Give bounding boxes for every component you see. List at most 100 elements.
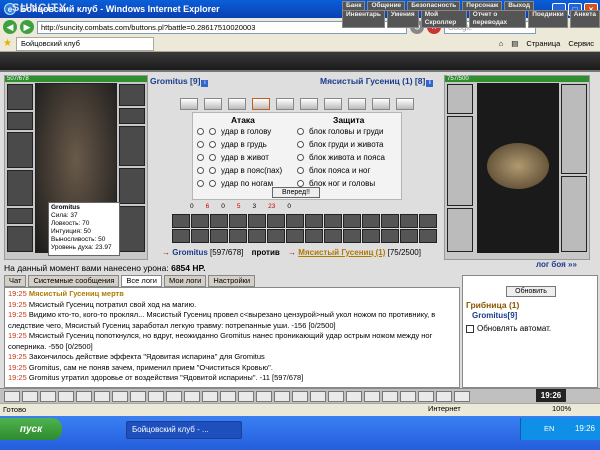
toolbar-icon[interactable] [202, 390, 218, 402]
skill-icon[interactable] [191, 229, 209, 243]
belt-slot[interactable] [7, 208, 33, 224]
vs-enemy-name[interactable]: Мясистый Гусениц (1) [298, 248, 385, 257]
skill-icon[interactable] [172, 229, 190, 243]
zoom-level[interactable]: 100% [552, 403, 571, 415]
nav-scroller[interactable]: Мой Скроллер [420, 10, 467, 28]
attack-option-waist[interactable]: удар в пояс(пах) [197, 166, 282, 175]
tools-menu[interactable]: Сервис [568, 39, 594, 48]
tab-chat[interactable]: Чат [4, 275, 27, 287]
skill-icon[interactable] [324, 229, 342, 243]
skill-icon[interactable] [381, 229, 399, 243]
radio-icon[interactable] [209, 167, 216, 174]
toolbar-icon[interactable] [292, 390, 308, 402]
skill-icon[interactable] [400, 214, 418, 228]
scroll-slot-10[interactable] [396, 98, 414, 110]
skill-icon[interactable] [362, 214, 380, 228]
defense-option-3[interactable]: блок живота и пояса [297, 153, 385, 162]
toolbar-icon[interactable] [238, 390, 254, 402]
weapon-slot[interactable] [7, 132, 33, 168]
attack-option-belly[interactable]: удар в живот [197, 153, 269, 162]
radio-icon[interactable] [297, 167, 304, 174]
skill-icon[interactable] [305, 214, 323, 228]
gloves-slot[interactable] [119, 168, 145, 204]
skill-icon[interactable] [210, 214, 228, 228]
radio-icon[interactable] [197, 141, 204, 148]
forward-icon[interactable]: ▶ [20, 20, 34, 34]
attack-option-legs[interactable]: удар по ногам [197, 179, 273, 188]
earring-slot[interactable] [119, 84, 145, 106]
checkbox-icon[interactable] [466, 324, 474, 333]
toolbar-icon[interactable] [148, 390, 164, 402]
toolbar-icon[interactable] [58, 390, 74, 402]
nav-inventory[interactable]: Инвентарь [342, 10, 385, 28]
toolbar-icon[interactable] [40, 390, 56, 402]
toolbar-icon[interactable] [400, 390, 416, 402]
tab-settings[interactable]: Настройки [208, 275, 256, 287]
skill-icon[interactable] [248, 229, 266, 243]
enemy-name-top[interactable]: Мясистый Гусениц (1) [8] i [320, 76, 434, 87]
enemy-info-icon[interactable]: i [426, 80, 434, 87]
skill-icon[interactable] [229, 229, 247, 243]
forward-button[interactable]: Вперед!! [272, 187, 320, 198]
skill-icon[interactable] [343, 229, 361, 243]
toolbar-icon[interactable] [22, 390, 38, 402]
toolbar-icon[interactable] [112, 390, 128, 402]
toolbar-icon[interactable] [274, 390, 290, 402]
radio-icon[interactable] [209, 141, 216, 148]
toolbar-icon[interactable] [166, 390, 182, 402]
skill-icon[interactable] [191, 214, 209, 228]
radio-icon[interactable] [209, 180, 216, 187]
refresh-button[interactable]: Обновить [506, 286, 556, 297]
skill-icon[interactable] [172, 214, 190, 228]
skill-icon[interactable] [419, 214, 437, 228]
tab-system[interactable]: Системные сообщения [28, 275, 120, 287]
toolbar-icon[interactable] [130, 390, 146, 402]
skill-icon[interactable] [419, 229, 437, 243]
browser-tab[interactable]: Бойцовский клуб [15, 36, 154, 51]
skill-icon[interactable] [267, 214, 285, 228]
radio-icon[interactable] [297, 141, 304, 148]
home-icon[interactable]: ⌂ [499, 39, 504, 48]
radio-icon[interactable] [209, 128, 216, 135]
radio-icon[interactable] [197, 154, 204, 161]
toolbar-icon[interactable] [310, 390, 326, 402]
defense-option-2[interactable]: блок груди и живота [297, 140, 384, 149]
radio-icon[interactable] [297, 128, 304, 135]
start-button[interactable]: пуск [0, 418, 62, 440]
nav-transfers[interactable]: Отчет о переводах [468, 10, 527, 28]
toolbar-icon[interactable] [364, 390, 380, 402]
print-icon[interactable]: ▤ [511, 39, 518, 48]
auto-refresh-option[interactable]: Обновлять автомат. [466, 324, 551, 333]
scroll-slot-2[interactable] [204, 98, 222, 110]
skill-icon[interactable] [229, 214, 247, 228]
toolbar-icon[interactable] [184, 390, 200, 402]
armor-slot[interactable] [7, 170, 33, 206]
skill-icon[interactable] [210, 229, 228, 243]
radio-icon[interactable] [209, 154, 216, 161]
toolbar-icon[interactable] [256, 390, 272, 402]
vs-player-name[interactable]: Gromitus [172, 248, 208, 257]
toolbar-icon[interactable] [4, 390, 20, 402]
attack-option-head[interactable]: удар в голову [197, 127, 271, 136]
tab-all-logs[interactable]: Все логи [121, 275, 162, 287]
ring-slot[interactable] [119, 108, 145, 124]
skill-icon[interactable] [248, 214, 266, 228]
skill-icon[interactable] [381, 214, 399, 228]
skill-icon[interactable] [305, 229, 323, 243]
radio-icon[interactable] [297, 154, 304, 161]
scroll-slot-3[interactable] [228, 98, 246, 110]
boots-slot[interactable] [7, 226, 33, 252]
tab-my-logs[interactable]: Мои логи [163, 275, 207, 287]
helmet-slot[interactable] [7, 84, 33, 110]
taskbar-item-ie[interactable]: Бойцовский клуб - ... [126, 421, 242, 439]
toolbar-icon[interactable] [94, 390, 110, 402]
skill-icon[interactable] [267, 229, 285, 243]
defense-option-1[interactable]: блок головы и груди [297, 127, 383, 136]
skill-icon[interactable] [343, 214, 361, 228]
radio-icon[interactable] [297, 180, 304, 187]
toolbar-icon[interactable] [418, 390, 434, 402]
shield-slot[interactable] [119, 126, 145, 166]
scroll-slot-5[interactable] [276, 98, 294, 110]
amulet-slot[interactable] [7, 112, 33, 130]
nav-profile[interactable]: Анкета [569, 10, 600, 28]
